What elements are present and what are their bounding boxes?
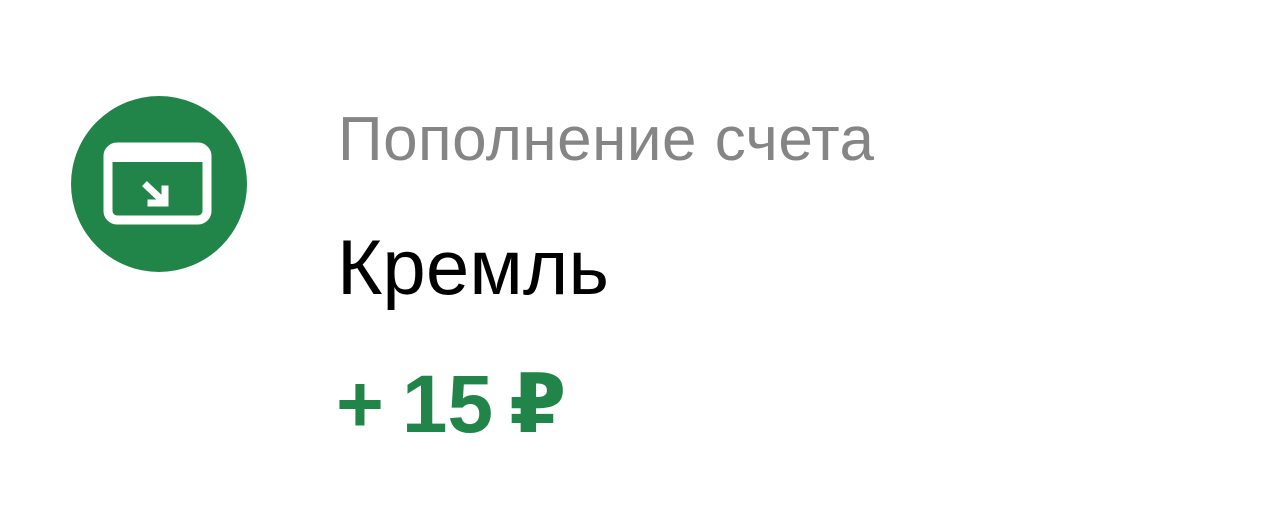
card-incoming-icon — [71, 96, 247, 272]
transaction-amount: +15 ₽ — [336, 358, 566, 452]
currency-symbol: ₽ — [509, 359, 567, 450]
amount-sign: + — [336, 359, 384, 450]
transaction-item[interactable]: Пополнение счета Кремль +15 ₽ — [0, 0, 1280, 514]
transaction-category: Пополнение счета — [338, 105, 875, 174]
amount-value: 15 — [401, 359, 494, 450]
merchant-name: Кремль — [337, 223, 609, 311]
